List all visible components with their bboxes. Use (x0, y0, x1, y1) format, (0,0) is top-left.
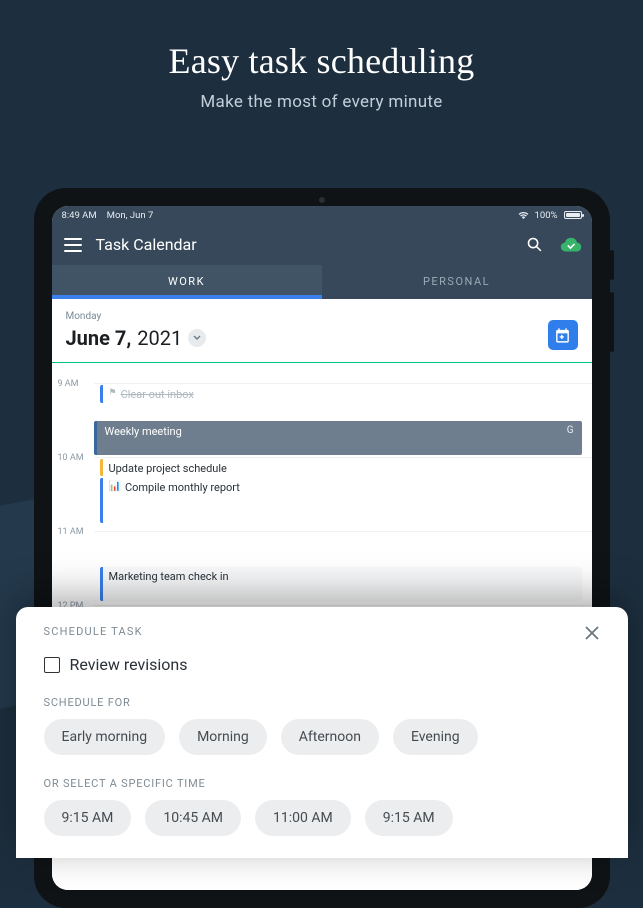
event-title: Weekly meeting (105, 425, 182, 438)
event-item[interactable]: Update project schedule (100, 459, 582, 476)
hero-title: Easy task scheduling (0, 40, 643, 82)
menu-icon[interactable] (64, 238, 82, 252)
close-icon[interactable] (584, 625, 600, 645)
chip-time-2[interactable]: 10:45 AM (145, 800, 241, 836)
tab-work[interactable]: WORK (52, 265, 322, 299)
chip-time-3[interactable]: 11:00 AM (255, 800, 351, 836)
statusbar-time: 8:49 AM (62, 210, 97, 221)
event-title: Marketing team check in (109, 570, 229, 583)
chip-morning[interactable]: Morning (179, 719, 267, 755)
date-year: 2021 (137, 326, 182, 350)
hour-line (94, 605, 592, 606)
hour-line (94, 531, 592, 532)
schedule-task-sheet: SCHEDULE TASK Review revisions SCHEDULE … (16, 607, 628, 858)
sheet-eyebrow: SCHEDULE TASK (44, 625, 143, 638)
search-icon[interactable] (524, 234, 546, 256)
chip-evening[interactable]: Evening (393, 719, 478, 755)
hero: Easy task scheduling Make the most of ev… (0, 0, 643, 112)
hour-label: 10 AM (58, 453, 84, 463)
statusbar-battery-pct: 100% (535, 210, 558, 221)
hour-line (94, 383, 592, 384)
event-item[interactable]: Marketing team check in (100, 567, 582, 601)
chip-time-4[interactable]: 9:15 AM (365, 800, 453, 836)
event-item[interactable]: ⚑ Clear out inbox (100, 385, 582, 403)
appbar: Task Calendar (52, 224, 592, 265)
statusbar: 8:49 AM Mon, Jun 7 100% (52, 206, 592, 224)
hero-subtitle: Make the most of every minute (0, 92, 643, 112)
tab-personal[interactable]: PERSONAL (322, 265, 592, 299)
appbar-title: Task Calendar (96, 235, 510, 254)
time-of-day-chips: Early morning Morning Afternoon Evening (44, 719, 600, 755)
chart-icon: 📊 (109, 481, 121, 492)
date-header: Monday June 7, 2021 (52, 299, 592, 363)
event-item[interactable]: 📊 Compile monthly report (100, 478, 582, 523)
chip-afternoon[interactable]: Afternoon (281, 719, 379, 755)
hour-line (94, 457, 592, 458)
chip-time-1[interactable]: 9:15 AM (44, 800, 132, 836)
add-event-button[interactable] (548, 320, 578, 350)
hour-label: 11 AM (58, 527, 84, 537)
wifi-icon (518, 211, 529, 219)
camera-dot (319, 197, 325, 203)
schedule-for-label: SCHEDULE FOR (44, 696, 600, 709)
weekday-label: Monday (66, 311, 207, 322)
date-picker-dropdown[interactable] (188, 329, 206, 347)
event-source-badge: G (567, 425, 574, 436)
event-item[interactable]: Weekly meeting G (94, 421, 582, 455)
specific-time-chips: 9:15 AM 10:45 AM 11:00 AM 9:15 AM (44, 800, 600, 836)
specific-time-label: OR SELECT A SPECIFIC TIME (44, 777, 600, 790)
chip-early-morning[interactable]: Early morning (44, 719, 166, 755)
flag-icon: ⚑ (109, 388, 117, 398)
cloud-sync-icon[interactable] (560, 237, 582, 253)
task-checkbox[interactable] (44, 657, 60, 673)
event-title: Update project schedule (109, 462, 227, 475)
statusbar-date: Mon, Jun 7 (107, 210, 154, 221)
event-title: Clear out inbox (121, 388, 194, 401)
tabs: WORK PERSONAL (52, 265, 592, 299)
task-name: Review revisions (70, 655, 188, 674)
event-title: Compile monthly report (125, 481, 240, 494)
battery-icon (564, 211, 582, 219)
date-month-day: June 7, (66, 326, 132, 350)
hour-label: 9 AM (58, 379, 79, 389)
